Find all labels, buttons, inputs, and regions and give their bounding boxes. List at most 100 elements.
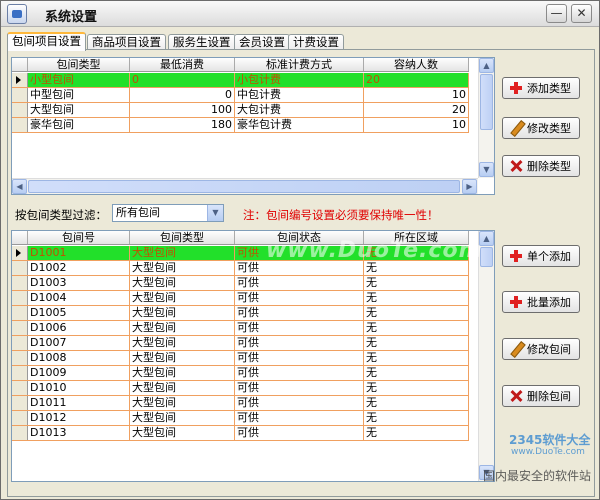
table-cell: 可供 bbox=[235, 321, 364, 335]
table-row[interactable]: D1005 大型包间 可供无 bbox=[12, 306, 469, 321]
table-row[interactable]: D1004 大型包间 可供无 bbox=[12, 291, 469, 306]
table-cell: 大包计费 bbox=[235, 103, 364, 117]
delete-room-button[interactable]: 删除包间 bbox=[502, 385, 580, 407]
table-row[interactable]: 大型包间 100 大包计费 20 bbox=[12, 103, 469, 118]
table-cell: 大型包间 bbox=[130, 306, 235, 320]
row-indicator bbox=[12, 396, 28, 410]
table-cell: 大型包间 bbox=[130, 246, 235, 260]
room-type-grid[interactable]: 包间类型 最低消费 标准计费方式 容纳人数 小型包间 0 小包计费 20 中型包… bbox=[11, 57, 495, 195]
scroll-thumb[interactable] bbox=[28, 180, 460, 193]
table-cell: 大型包间 bbox=[28, 103, 130, 117]
table-row[interactable]: D1008 大型包间 可供无 bbox=[12, 351, 469, 366]
tab-waiter[interactable]: 服务生设置 bbox=[168, 34, 236, 50]
delete-type-label: 删除类型 bbox=[527, 160, 571, 173]
table-cell: 无 bbox=[364, 396, 469, 410]
table-cell: 豪华包间 bbox=[28, 118, 130, 132]
table-row[interactable]: D1003 大型包间 可供无 bbox=[12, 276, 469, 291]
chevron-down-icon[interactable]: ▼ bbox=[207, 205, 223, 221]
table-cell: 无 bbox=[364, 306, 469, 320]
table-cell: 无 bbox=[364, 321, 469, 335]
filter-label: 按包间类型过滤： bbox=[15, 208, 107, 222]
edit-type-button[interactable]: 修改类型 bbox=[502, 117, 580, 139]
batch-add-button[interactable]: 批量添加 bbox=[502, 291, 580, 313]
column-header[interactable]: 包间号 bbox=[28, 231, 130, 244]
scroll-thumb[interactable] bbox=[480, 74, 493, 130]
room-grid[interactable]: 包间号 包间类型 包间状态 所在区域 D1001 大型包间 可供无 D1002 大型包间… bbox=[11, 230, 495, 482]
table-row[interactable]: D1011 大型包间 可供无 bbox=[12, 396, 469, 411]
single-add-button[interactable]: 单个添加 bbox=[502, 245, 580, 267]
scroll-thumb[interactable] bbox=[480, 247, 493, 267]
table-cell: 可供 bbox=[235, 306, 364, 320]
table-cell: 可供 bbox=[235, 426, 364, 440]
table-cell: 0 bbox=[130, 73, 235, 87]
add-type-button[interactable]: 添加类型 bbox=[502, 77, 580, 99]
table-row[interactable]: D1010 大型包间 可供无 bbox=[12, 381, 469, 396]
row-indicator bbox=[12, 88, 28, 102]
uniqueness-note: 注：包间编号设置必须要保持唯一性！ bbox=[243, 208, 439, 222]
table-cell: 无 bbox=[364, 366, 469, 380]
table-cell: D1002 bbox=[28, 261, 130, 275]
tab-billing[interactable]: 计费设置 bbox=[288, 34, 344, 50]
table-cell: 大型包间 bbox=[130, 276, 235, 290]
table-row[interactable]: 小型包间 0 小包计费 20 bbox=[12, 73, 469, 88]
table-row[interactable]: D1006 大型包间 可供无 bbox=[12, 321, 469, 336]
table-row[interactable]: D1001 大型包间 可供无 bbox=[12, 246, 469, 261]
vertical-scrollbar[interactable]: ▲ ▼ bbox=[478, 58, 494, 178]
row-indicator bbox=[12, 261, 28, 275]
site-logo-url: www.DuoTe.com bbox=[511, 447, 585, 457]
table-row[interactable]: 中型包间 0 中包计费 10 bbox=[12, 88, 469, 103]
table-row[interactable]: D1013 大型包间 可供无 bbox=[12, 426, 469, 441]
table-cell: 无 bbox=[364, 261, 469, 275]
horizontal-scrollbar[interactable]: ◀ ▶ bbox=[12, 178, 478, 194]
column-header[interactable]: 所在区域 bbox=[364, 231, 469, 244]
table-cell: 可供 bbox=[235, 411, 364, 425]
edit-room-label: 修改包间 bbox=[527, 343, 571, 356]
filter-value: 所有包间 bbox=[116, 206, 160, 219]
table-cell: D1012 bbox=[28, 411, 130, 425]
scroll-up-arrow-icon[interactable]: ▲ bbox=[479, 58, 494, 73]
scroll-down-arrow-icon[interactable]: ▼ bbox=[479, 162, 494, 177]
delete-type-button[interactable]: 删除类型 bbox=[502, 155, 580, 177]
table-row[interactable]: D1007 大型包间 可供无 bbox=[12, 336, 469, 351]
table-row[interactable]: D1012 大型包间 可供无 bbox=[12, 411, 469, 426]
edit-room-button[interactable]: 修改包间 bbox=[502, 338, 580, 360]
column-header[interactable]: 包间状态 bbox=[235, 231, 364, 244]
table-cell: 20 bbox=[364, 73, 469, 87]
table-cell: 180 bbox=[130, 118, 235, 132]
tab-member[interactable]: 会员设置 bbox=[234, 34, 290, 50]
minimize-button[interactable]: — bbox=[546, 4, 567, 23]
column-header[interactable]: 标准计费方式 bbox=[235, 58, 364, 71]
table-cell: 可供 bbox=[235, 246, 364, 260]
row-indicator bbox=[12, 276, 28, 290]
table-row[interactable]: D1002 大型包间 可供无 bbox=[12, 261, 469, 276]
row-indicator bbox=[12, 246, 28, 260]
scroll-left-arrow-icon[interactable]: ◀ bbox=[12, 179, 27, 194]
table-cell: D1008 bbox=[28, 351, 130, 365]
table-cell: 大型包间 bbox=[130, 351, 235, 365]
tab-product-items[interactable]: 商品项目设置 bbox=[87, 34, 166, 50]
table-row[interactable]: 豪华包间 180 豪华包计费 10 bbox=[12, 118, 469, 133]
table-cell: 大型包间 bbox=[130, 291, 235, 305]
scroll-right-arrow-icon[interactable]: ▶ bbox=[462, 179, 477, 194]
row-indicator bbox=[12, 351, 28, 365]
scroll-up-arrow-icon[interactable]: ▲ bbox=[479, 231, 494, 246]
table-cell: 豪华包计费 bbox=[235, 118, 364, 132]
table-cell: D1010 bbox=[28, 381, 130, 395]
column-header[interactable]: 最低消费 bbox=[130, 58, 235, 71]
vertical-scrollbar[interactable]: ▲ ▼ bbox=[478, 231, 494, 481]
room-type-filter-select[interactable]: 所有包间 ▼ bbox=[112, 204, 224, 222]
room-type-grid-header: 包间类型 最低消费 标准计费方式 容纳人数 bbox=[12, 58, 469, 72]
app-icon bbox=[7, 4, 27, 24]
row-indicator bbox=[12, 336, 28, 350]
close-button[interactable]: ✕ bbox=[571, 4, 592, 23]
table-cell: 无 bbox=[364, 381, 469, 395]
table-cell: 可供 bbox=[235, 291, 364, 305]
column-header[interactable]: 容纳人数 bbox=[364, 58, 469, 71]
table-row[interactable]: D1009 大型包间 可供无 bbox=[12, 366, 469, 381]
tab-room-items[interactable]: 包间项目设置 bbox=[7, 32, 86, 51]
table-cell: 10 bbox=[364, 118, 469, 132]
column-header[interactable]: 包间类型 bbox=[130, 231, 235, 244]
table-cell: 小型包间 bbox=[28, 73, 130, 87]
table-cell: 大型包间 bbox=[130, 321, 235, 335]
column-header[interactable]: 包间类型 bbox=[28, 58, 130, 71]
